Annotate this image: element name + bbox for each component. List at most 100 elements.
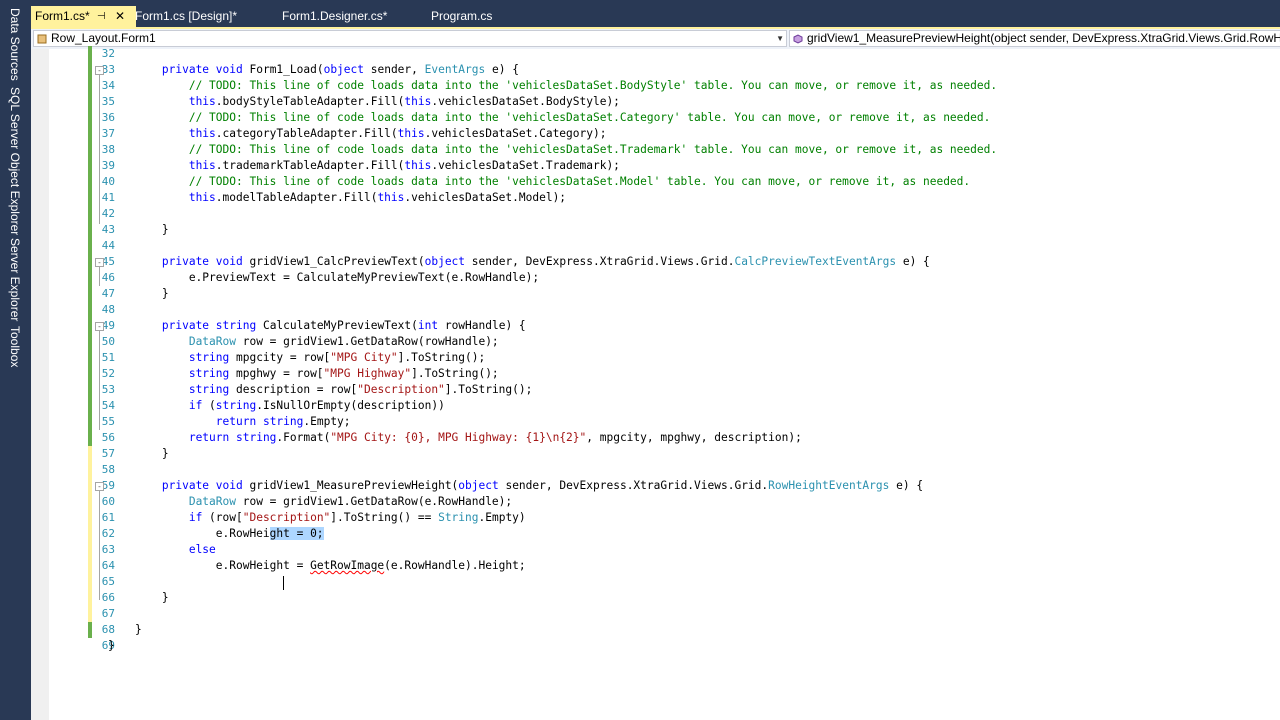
change-tracking-bar [88,286,92,302]
line-number: 33 [101,63,115,76]
change-tracking-bar [88,574,92,590]
line-number: 39 [101,159,115,172]
code-line[interactable]: e.RowHeight = GetRowImage(e.RowHandle).H… [108,558,526,574]
change-tracking-bar [88,222,92,238]
code-line[interactable]: this.categoryTableAdapter.Fill(this.vehi… [108,126,607,142]
code-line[interactable]: // TODO: This line of code loads data in… [108,174,970,190]
line-number: 66 [101,591,115,604]
line-number: 52 [101,367,115,380]
code-line[interactable]: this.modelTableAdapter.Fill(this.vehicle… [108,190,566,206]
line-number: 56 [101,431,115,444]
code-line[interactable]: DataRow row = gridView1.GetDataRow(rowHa… [108,334,499,350]
change-tracking-bar [88,318,92,334]
close-icon[interactable]: ✕ [115,6,125,27]
tab-form1-cs[interactable]: Form1.cs* ⊣ ✕ [31,6,136,27]
code-line[interactable]: return string.Format("MPG City: {0}, MPG… [108,430,802,446]
code-line[interactable]: } [108,222,169,238]
code-line[interactable]: } [108,286,169,302]
class-dropdown-label: Row_Layout.Form1 [51,31,156,45]
change-tracking-bar [88,302,92,318]
code-line[interactable]: e.RowHeight = 0; [108,526,324,542]
line-number: 32 [101,47,115,60]
chevron-down-icon[interactable]: ▼ [776,31,784,46]
line-number: 36 [101,111,115,124]
change-tracking-bar [88,142,92,158]
change-tracking-bar [88,254,92,270]
change-tracking-bar [88,350,92,366]
code-line[interactable]: else [108,542,216,558]
side-tab-data-sources[interactable]: Data Sources [8,8,22,81]
change-tracking-bar [88,446,92,462]
code-line[interactable]: if (row["Description"].ToString() == Str… [108,510,526,526]
code-line[interactable]: private string CalculateMyPreviewText(in… [108,318,526,334]
line-number: 34 [101,79,115,92]
code-line[interactable]: return string.Empty; [108,414,351,430]
member-dropdown[interactable]: gridView1_MeasurePreviewHeight(object se… [789,30,1280,47]
line-number: 44 [101,239,115,252]
code-line[interactable]: string mpgcity = row["MPG City"].ToStrin… [108,350,485,366]
line-number: 49 [101,319,115,332]
line-number: 51 [101,351,115,364]
line-number: 57 [101,447,115,460]
code-line[interactable]: string mpghwy = row["MPG Highway"].ToStr… [108,366,499,382]
change-tracking-bar [88,510,92,526]
class-dropdown[interactable]: Row_Layout.Form1 ▼ [33,30,787,47]
change-tracking-bar [88,94,92,110]
code-editor[interactable]: 32 33- private void Form1_Load(object sen… [31,46,1280,720]
side-tab-sql-server-object-explorer[interactable]: SQL Server Object Explorer [8,87,22,235]
change-tracking-bar [88,542,92,558]
line-number: 60 [101,495,115,508]
code-line[interactable]: e.PreviewText = CalculateMyPreviewText(e… [108,270,539,286]
code-line[interactable]: } [108,638,115,654]
tab-label: Form1.cs [Design]* [135,9,238,23]
side-tab-server-explorer[interactable]: Server Explorer [8,238,22,321]
line-number: 58 [101,463,115,476]
navigation-bar: Row_Layout.Form1 ▼ gridView1_MeasurePrev… [31,29,1280,50]
change-tracking-bar [88,46,92,62]
outline-line [99,490,100,600]
tab-label: Form1.cs* [35,9,90,23]
line-number: 68 [101,623,115,636]
code-line[interactable]: } [108,446,169,462]
code-line[interactable]: this.trademarkTableAdapter.Fill(this.veh… [108,158,620,174]
code-line[interactable]: if (string.IsNullOrEmpty(description)) [108,398,445,414]
code-line[interactable]: private void Form1_Load(object sender, E… [108,62,519,78]
line-number: 61 [101,511,115,524]
line-number: 50 [101,335,115,348]
code-line[interactable]: private void gridView1_CalcPreviewText(o… [108,254,930,270]
change-tracking-bar [88,158,92,174]
code-line[interactable]: // TODO: This line of code loads data in… [108,78,997,94]
line-number: 55 [101,415,115,428]
code-line[interactable]: } [108,590,169,606]
tab-program-cs[interactable]: Program.cs [427,6,537,27]
change-tracking-bar [88,590,92,606]
line-number: 69 [101,639,115,652]
change-tracking-bar [88,494,92,510]
document-tab-bar: Form1.cs* ⊣ ✕ Form1.cs [Design]* Form1.D… [31,0,1280,27]
line-number: 48 [101,303,115,316]
side-tab-toolbox[interactable]: Toolbox [8,326,22,367]
pin-icon[interactable]: ⊣ [97,6,106,27]
code-line[interactable]: private void gridView1_MeasurePreviewHei… [108,478,923,494]
code-line[interactable]: string description = row["Description"].… [108,382,533,398]
line-number: 47 [101,287,115,300]
line-number: 59 [101,479,115,492]
code-line[interactable]: } [108,622,142,638]
code-line[interactable]: // TODO: This line of code loads data in… [108,110,991,126]
line-number: 38 [101,143,115,156]
tab-form1-designer[interactable]: Form1.Designer.cs* [278,6,418,27]
tab-label: Form1.Designer.cs* [282,9,388,23]
code-line[interactable]: DataRow row = gridView1.GetDataRow(e.Row… [108,494,512,510]
outline-line [99,74,100,224]
change-tracking-bar [88,526,92,542]
outline-line [99,266,100,286]
code-line[interactable]: this.bodyStyleTableAdapter.Fill(this.veh… [108,94,620,110]
line-number: 53 [101,383,115,396]
change-tracking-bar [88,558,92,574]
tab-form1-design[interactable]: Form1.cs [Design]* [131,6,271,27]
member-dropdown-label: gridView1_MeasurePreviewHeight(object se… [807,31,1280,45]
change-tracking-bar [88,462,92,478]
code-line[interactable]: // TODO: This line of code loads data in… [108,142,997,158]
change-tracking-bar [88,174,92,190]
line-number: 40 [101,175,115,188]
